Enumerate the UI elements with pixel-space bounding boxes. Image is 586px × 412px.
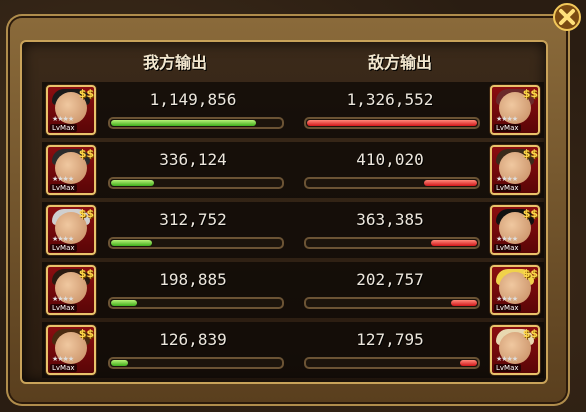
our-damage-bar [108, 177, 284, 189]
our-output-header: 我方输出 [142, 53, 207, 72]
hero-level-label: LvMax [50, 244, 77, 252]
enemy-hero-avatar[interactable]: $$ ★★★★ LvMax [490, 85, 540, 135]
our-damage-bar [108, 237, 284, 249]
our-damage-bar-fill [111, 300, 137, 306]
our-damage-bar [108, 117, 284, 129]
our-hero-avatar[interactable]: $$ ★★★★ LvMax [46, 145, 96, 195]
enemy-damage-bar [304, 357, 480, 369]
close-icon [553, 3, 581, 31]
enemy-damage-bar-fill [460, 360, 477, 366]
hero-level-label: LvMax [494, 184, 521, 192]
our-damage-bar-fill [111, 360, 128, 366]
enemy-damage-bar-fill [451, 300, 477, 306]
enemy-hero-avatar[interactable]: $$ ★★★★ LvMax [490, 265, 540, 315]
our-damage-value: 312,752 [159, 210, 227, 229]
hero-level-label: LvMax [494, 244, 521, 252]
hero-level-label: LvMax [50, 184, 77, 192]
our-damage-value: 126,839 [159, 330, 227, 349]
our-damage-value: 336,124 [159, 150, 227, 169]
star-rating-icon: ★★★★ [52, 355, 74, 363]
enemy-hero-avatar[interactable]: $$ ★★★★ LvMax [490, 145, 540, 195]
ss-rank-badge-icon: $$ [522, 147, 538, 160]
our-damage-bar [108, 357, 284, 369]
hero-level-label: LvMax [50, 364, 77, 372]
our-damage-value: 1,149,856 [149, 90, 237, 109]
our-hero-avatar[interactable]: $$ ★★★★ LvMax [46, 85, 96, 135]
hero-level-label: LvMax [50, 304, 77, 312]
ss-rank-badge-icon: $$ [78, 267, 94, 280]
enemy-hero-avatar[interactable]: $$ ★★★★ LvMax [490, 205, 540, 255]
hero-level-label: LvMax [50, 124, 77, 132]
ss-rank-badge-icon: $$ [522, 267, 538, 280]
enemy-damage-bar [304, 237, 480, 249]
our-damage-bar-fill [111, 240, 152, 246]
enemy-damage-value: 363,385 [356, 210, 424, 229]
enemy-damage-bar [304, 297, 480, 309]
star-rating-icon: ★★★★ [52, 295, 74, 303]
star-rating-icon: ★★★★ [496, 295, 518, 303]
our-hero-avatar[interactable]: $$ ★★★★ LvMax [46, 265, 96, 315]
our-hero-avatar[interactable]: $$ ★★★★ LvMax [46, 325, 96, 375]
star-rating-icon: ★★★★ [52, 115, 74, 123]
enemy-output-header: 敌方输出 [367, 53, 432, 72]
star-rating-icon: ★★★★ [496, 115, 518, 123]
close-button[interactable] [552, 2, 582, 32]
ss-rank-badge-icon: $$ [78, 147, 94, 160]
enemy-damage-bar-fill [307, 120, 477, 126]
enemy-damage-value: 127,795 [356, 330, 424, 349]
star-rating-icon: ★★★★ [52, 235, 74, 243]
enemy-damage-bar-fill [431, 240, 477, 246]
ss-rank-badge-icon: $$ [78, 87, 94, 100]
hero-level-label: LvMax [494, 124, 521, 132]
our-damage-bar-fill [111, 180, 154, 186]
ss-rank-badge-icon: $$ [78, 207, 94, 220]
enemy-damage-bar [304, 177, 480, 189]
our-hero-avatar[interactable]: $$ ★★★★ LvMax [46, 205, 96, 255]
enemy-damage-value: 1,326,552 [346, 90, 434, 109]
hero-level-label: LvMax [494, 364, 521, 372]
hero-level-label: LvMax [494, 304, 521, 312]
enemy-damage-value: 410,020 [356, 150, 424, 169]
ss-rank-badge-icon: $$ [522, 207, 538, 220]
star-rating-icon: ★★★★ [496, 355, 518, 363]
our-damage-value: 198,885 [159, 270, 227, 289]
our-damage-bar [108, 297, 284, 309]
enemy-hero-avatar[interactable]: $$ ★★★★ LvMax [490, 325, 540, 375]
enemy-damage-bar-fill [424, 180, 477, 186]
star-rating-icon: ★★★★ [496, 235, 518, 243]
star-rating-icon: ★★★★ [496, 175, 518, 183]
enemy-damage-value: 202,757 [356, 270, 424, 289]
enemy-damage-bar [304, 117, 480, 129]
ss-rank-badge-icon: $$ [522, 87, 538, 100]
ss-rank-badge-icon: $$ [78, 327, 94, 340]
star-rating-icon: ★★★★ [52, 175, 74, 183]
ss-rank-badge-icon: $$ [522, 327, 538, 340]
our-damage-bar-fill [111, 120, 256, 126]
